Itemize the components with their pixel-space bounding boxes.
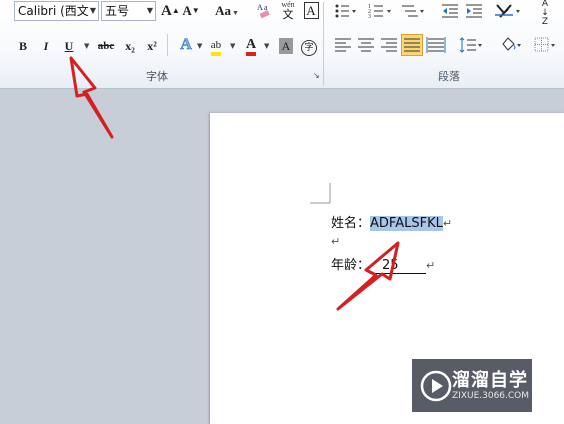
font-color-dropdown-icon[interactable]: ▼ [264,42,269,50]
paragraph-mark: ↵ [426,259,436,272]
justify-icon [404,38,420,52]
chinese-layout-button[interactable] [494,1,522,21]
name-label: 姓名： [331,216,371,231]
char-shading-button[interactable]: A [277,36,295,56]
align-right-button[interactable] [379,35,399,55]
age-label: 年龄： [331,258,371,273]
grow-font-button[interactable]: A▲ [161,1,180,21]
italic-button[interactable]: I [37,36,55,56]
divider [167,34,168,56]
bold-button[interactable]: B [14,36,32,56]
ribbon: Calibri (西文 ▼ 五号 ▼ A▲ A▼ Aa▼ Aa wén 文 A B… [0,0,564,89]
paragraph-mark: ↵ [331,235,341,248]
borders-button[interactable] [532,35,558,55]
underline-button[interactable]: U [60,36,78,56]
superscript-button[interactable]: x² [143,36,161,56]
highlight-button[interactable]: ab [206,35,226,56]
distribute-icon [426,37,446,53]
line-spacing-icon [459,37,482,53]
shrink-font-button[interactable]: A▼ [182,1,200,21]
numbering-button[interactable]: 1 2 3 [367,1,393,21]
bullets-button[interactable] [333,1,357,21]
multilevel-list-button[interactable] [400,1,426,21]
paragraph-group-label: 段落 [438,70,460,83]
font-color-button[interactable]: A [241,35,261,56]
multilevel-list-icon [402,5,424,17]
highlight-dropdown-icon[interactable]: ▼ [230,42,235,50]
age-value[interactable]: 25 [370,258,427,274]
change-case-button[interactable]: Aa▼ [214,1,240,21]
svg-text:A: A [257,3,263,12]
name-value-selected[interactable]: ADFALSFKL [370,216,443,231]
char-border-button[interactable]: A [302,1,320,21]
group-divider [323,2,324,86]
align-center-button[interactable] [356,35,376,55]
clear-format-icon: Aa [257,3,270,19]
line-spacing-button[interactable] [458,35,484,55]
font-name-combo[interactable]: Calibri (西文 ▼ [14,1,99,21]
font-name-value: Calibri (西文 [18,4,89,18]
justify-button[interactable] [401,34,423,56]
chevron-down-icon: ▼ [146,6,153,15]
clear-format-button[interactable]: Aa [254,0,274,20]
paragraph-mark: ↵ [442,217,453,230]
decrease-indent-button[interactable] [440,1,460,21]
sort-button[interactable]: A↓Z [534,0,556,27]
font-size-combo[interactable]: 五号 ▼ [101,1,156,21]
font-size-value: 五号 [105,4,130,18]
bullet-list-icon [335,4,356,18]
margin-corner-mark [310,183,331,204]
play-logo-icon [420,370,452,402]
text-effect-dropdown-icon[interactable]: ▼ [197,42,202,50]
subscript-button[interactable]: x₂ [121,36,139,56]
watermark: 溜溜自学 ZIXUE.3066.COM [412,359,532,412]
distribute-button[interactable] [426,35,446,55]
align-right-icon [381,38,397,52]
borders-icon [534,37,555,52]
decrease-indent-icon [442,4,458,18]
watermark-subtitle: ZIXUE.3066.COM [452,391,530,401]
font-group-label: 字体 [146,70,168,83]
strikethrough-button[interactable]: abc [94,36,118,56]
align-center-icon [358,38,374,52]
shading-button[interactable] [498,35,524,55]
doc-line-name[interactable]: 姓名：ADFALSFKL↵ [331,212,452,231]
increase-indent-icon [466,4,482,18]
text-effect-button[interactable]: A [175,35,197,55]
font-dialog-launcher-icon[interactable]: ↘ [313,71,320,80]
chinese-layout-icon [495,4,520,18]
increase-indent-button[interactable] [464,1,484,21]
align-left-icon [335,38,351,52]
chevron-down-icon: ▼ [89,6,96,15]
phonetic-guide-button[interactable]: wén 文 [278,0,298,21]
paint-bucket-icon [502,37,521,51]
underline-dropdown-icon[interactable]: ▼ [84,42,89,50]
watermark-title: 溜溜自学 [452,370,528,391]
enclose-char-button[interactable]: 字 [300,36,318,56]
numbered-list-icon: 1 2 3 [368,4,391,20]
doc-line-empty[interactable]: ↵ [331,234,340,249]
doc-line-age[interactable]: 年龄： 25 ↵ [331,254,435,274]
align-left-button[interactable] [333,35,353,55]
svg-text:3: 3 [368,14,371,20]
